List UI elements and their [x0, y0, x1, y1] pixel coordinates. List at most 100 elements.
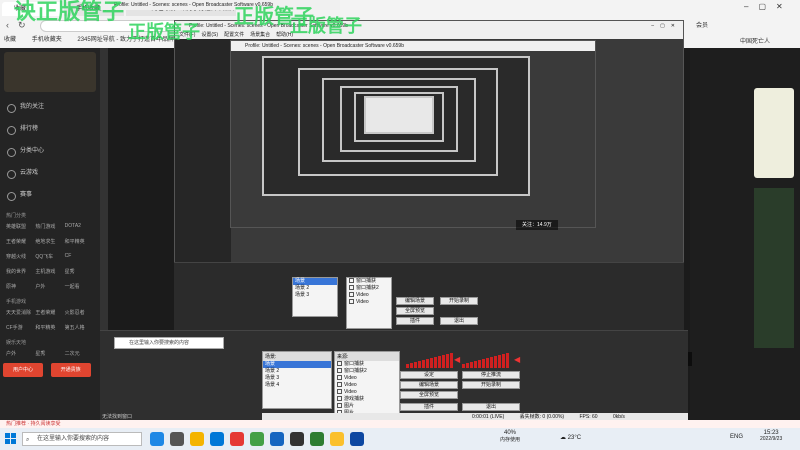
category-item[interactable]: 星秀	[65, 268, 94, 275]
category-item[interactable]: 我的世界	[6, 268, 35, 275]
nested-search-input[interactable]: 在这里输入你要搜索的内容	[114, 337, 224, 349]
category-item[interactable]: 王者荣耀	[6, 238, 35, 245]
scene-item[interactable]: 场景 3	[263, 375, 331, 382]
source-checkbox[interactable]	[337, 389, 342, 395]
category-item[interactable]: DOTA2	[65, 223, 94, 230]
category-item[interactable]: 原神	[6, 283, 35, 290]
source-item[interactable]: 图片	[335, 403, 399, 410]
plugins-button[interactable]: 插件	[400, 403, 458, 411]
category-item[interactable]: 穿越火线	[6, 253, 35, 260]
category-item[interactable]: 天天爱消除	[6, 309, 35, 316]
category-item[interactable]: 户外	[35, 283, 64, 290]
scene-item[interactable]: 场景	[293, 278, 337, 285]
source-checkbox[interactable]	[337, 396, 342, 402]
scenes-list[interactable]: 场景 场景 2 场景 3	[292, 277, 338, 317]
source-item[interactable]: 窗口捕获	[335, 361, 399, 368]
category-item[interactable]: 和平精英	[35, 324, 64, 331]
source-item[interactable]: 窗口捕获2	[347, 285, 391, 292]
obs-icon[interactable]	[290, 432, 304, 446]
source-checkbox[interactable]	[337, 361, 342, 367]
sidebar-item-esports[interactable]: 赛事	[0, 184, 100, 206]
speaker-icon[interactable]: ◀	[454, 355, 460, 364]
vip-link[interactable]: 会员	[696, 20, 708, 29]
app-icon[interactable]	[230, 432, 244, 446]
memory-indicator[interactable]: 40% 内存使用	[500, 430, 520, 443]
folder-icon[interactable]	[190, 432, 204, 446]
menu-item[interactable]: 配置文件	[224, 32, 244, 38]
mic-icon[interactable]: ◀	[514, 355, 520, 364]
category-item[interactable]: 和平精英	[65, 238, 94, 245]
sidebar-item-follow[interactable]: 我的关注	[0, 96, 100, 118]
scene-item[interactable]: 场景 2	[263, 368, 331, 375]
scene-item[interactable]: 场景 4	[263, 382, 331, 389]
category-item[interactable]: 王者荣耀	[35, 309, 64, 316]
menu-item[interactable]: 场景集合	[250, 32, 270, 38]
app-icon[interactable]	[270, 432, 284, 446]
language-indicator[interactable]: ENG	[730, 434, 743, 440]
start-record-button[interactable]: 开始录制	[462, 381, 520, 389]
category-item[interactable]: 户外	[6, 350, 35, 357]
app-icon[interactable]	[310, 432, 324, 446]
bookmark-item[interactable]: 手机收藏夹	[32, 37, 62, 43]
source-item[interactable]: 窗口捕获	[347, 278, 391, 285]
app-icon[interactable]	[330, 432, 344, 446]
taskview-icon[interactable]	[170, 432, 184, 446]
store-icon[interactable]	[210, 432, 224, 446]
source-item[interactable]: Video	[335, 375, 399, 382]
menu-item[interactable]: 设置(S)	[201, 32, 218, 38]
category-item[interactable]: QQ飞车	[35, 253, 64, 260]
edit-scene-button[interactable]: 编辑场景	[396, 297, 434, 305]
category-item[interactable]: 绝地求生	[35, 238, 64, 245]
noble-button[interactable]: 开通贵族	[50, 363, 91, 377]
category-item[interactable]: 火影忍者	[65, 309, 94, 316]
weather-widget[interactable]: ☁ 23°C	[560, 434, 581, 441]
exit-button[interactable]: 退出	[462, 403, 520, 411]
fullscreen-preview-button[interactable]: 全屏预览	[400, 391, 458, 399]
app-icon[interactable]	[250, 432, 264, 446]
category-item[interactable]: 一起看	[65, 283, 94, 290]
stop-stream-button[interactable]: 停止推流	[462, 371, 520, 379]
sidebar-item-cloud-game[interactable]: 云游戏	[0, 162, 100, 184]
source-item[interactable]: 游戏捕获	[335, 396, 399, 403]
scene-item[interactable]: 场景 2	[293, 285, 337, 292]
source-checkbox[interactable]	[337, 403, 342, 409]
source-item[interactable]: Video	[347, 292, 391, 299]
sidebar-item-category[interactable]: 分类中心	[0, 140, 100, 162]
plugins-button[interactable]: 插件	[396, 317, 434, 325]
steam-icon[interactable]	[350, 432, 364, 446]
category-item[interactable]: CF	[65, 253, 94, 260]
back-icon[interactable]: ‹	[6, 20, 9, 30]
bookmark-item[interactable]: 收藏	[4, 37, 16, 43]
source-item[interactable]: Video	[347, 299, 391, 306]
window-controls[interactable]: –▢✕	[744, 2, 793, 11]
category-item[interactable]: 星秀	[35, 350, 64, 357]
user-link[interactable]: 中国死亡人	[740, 36, 770, 45]
category-item[interactable]: 热门游戏	[35, 223, 64, 230]
source-item[interactable]: Video	[335, 389, 399, 396]
exit-button[interactable]: 退出	[440, 317, 478, 325]
clock[interactable]: 15:23 2022/9/23	[760, 430, 782, 442]
user-center-button[interactable]: 用户中心	[3, 363, 43, 377]
category-item[interactable]: 主机游戏	[35, 268, 64, 275]
taskbar-search[interactable]: ⌕ 在这里输入你要搜索的内容	[22, 432, 142, 446]
source-item[interactable]: 窗口捕获2	[335, 368, 399, 375]
sources-list[interactable]: 窗口捕获 窗口捕获2 Video Video	[346, 277, 392, 329]
start-record-button[interactable]: 开始录制	[440, 297, 478, 305]
source-checkbox[interactable]	[337, 375, 342, 381]
source-checkbox[interactable]	[337, 382, 342, 388]
settings-button[interactable]: 设定	[400, 371, 458, 379]
browser-icon[interactable]	[150, 432, 164, 446]
category-item[interactable]: 二次元	[65, 350, 94, 357]
source-item[interactable]: Video	[335, 382, 399, 389]
windows-start-icon[interactable]	[5, 433, 17, 445]
category-item[interactable]: 英雄联盟	[6, 223, 35, 230]
edit-scene-button[interactable]: 编辑场景	[400, 381, 458, 389]
fullscreen-preview-button[interactable]: 全屏预览	[396, 307, 434, 315]
scenes-list[interactable]: 场景: 场景 场景 2 场景 3 场景 4	[262, 351, 332, 409]
category-item[interactable]: 第五人格	[65, 324, 94, 331]
scene-item[interactable]: 场景	[263, 361, 331, 368]
sidebar-item-rank[interactable]: 排行榜	[0, 118, 100, 140]
source-checkbox[interactable]	[337, 368, 342, 374]
promo-card[interactable]	[754, 88, 794, 178]
scene-item[interactable]: 场景 3	[293, 292, 337, 299]
